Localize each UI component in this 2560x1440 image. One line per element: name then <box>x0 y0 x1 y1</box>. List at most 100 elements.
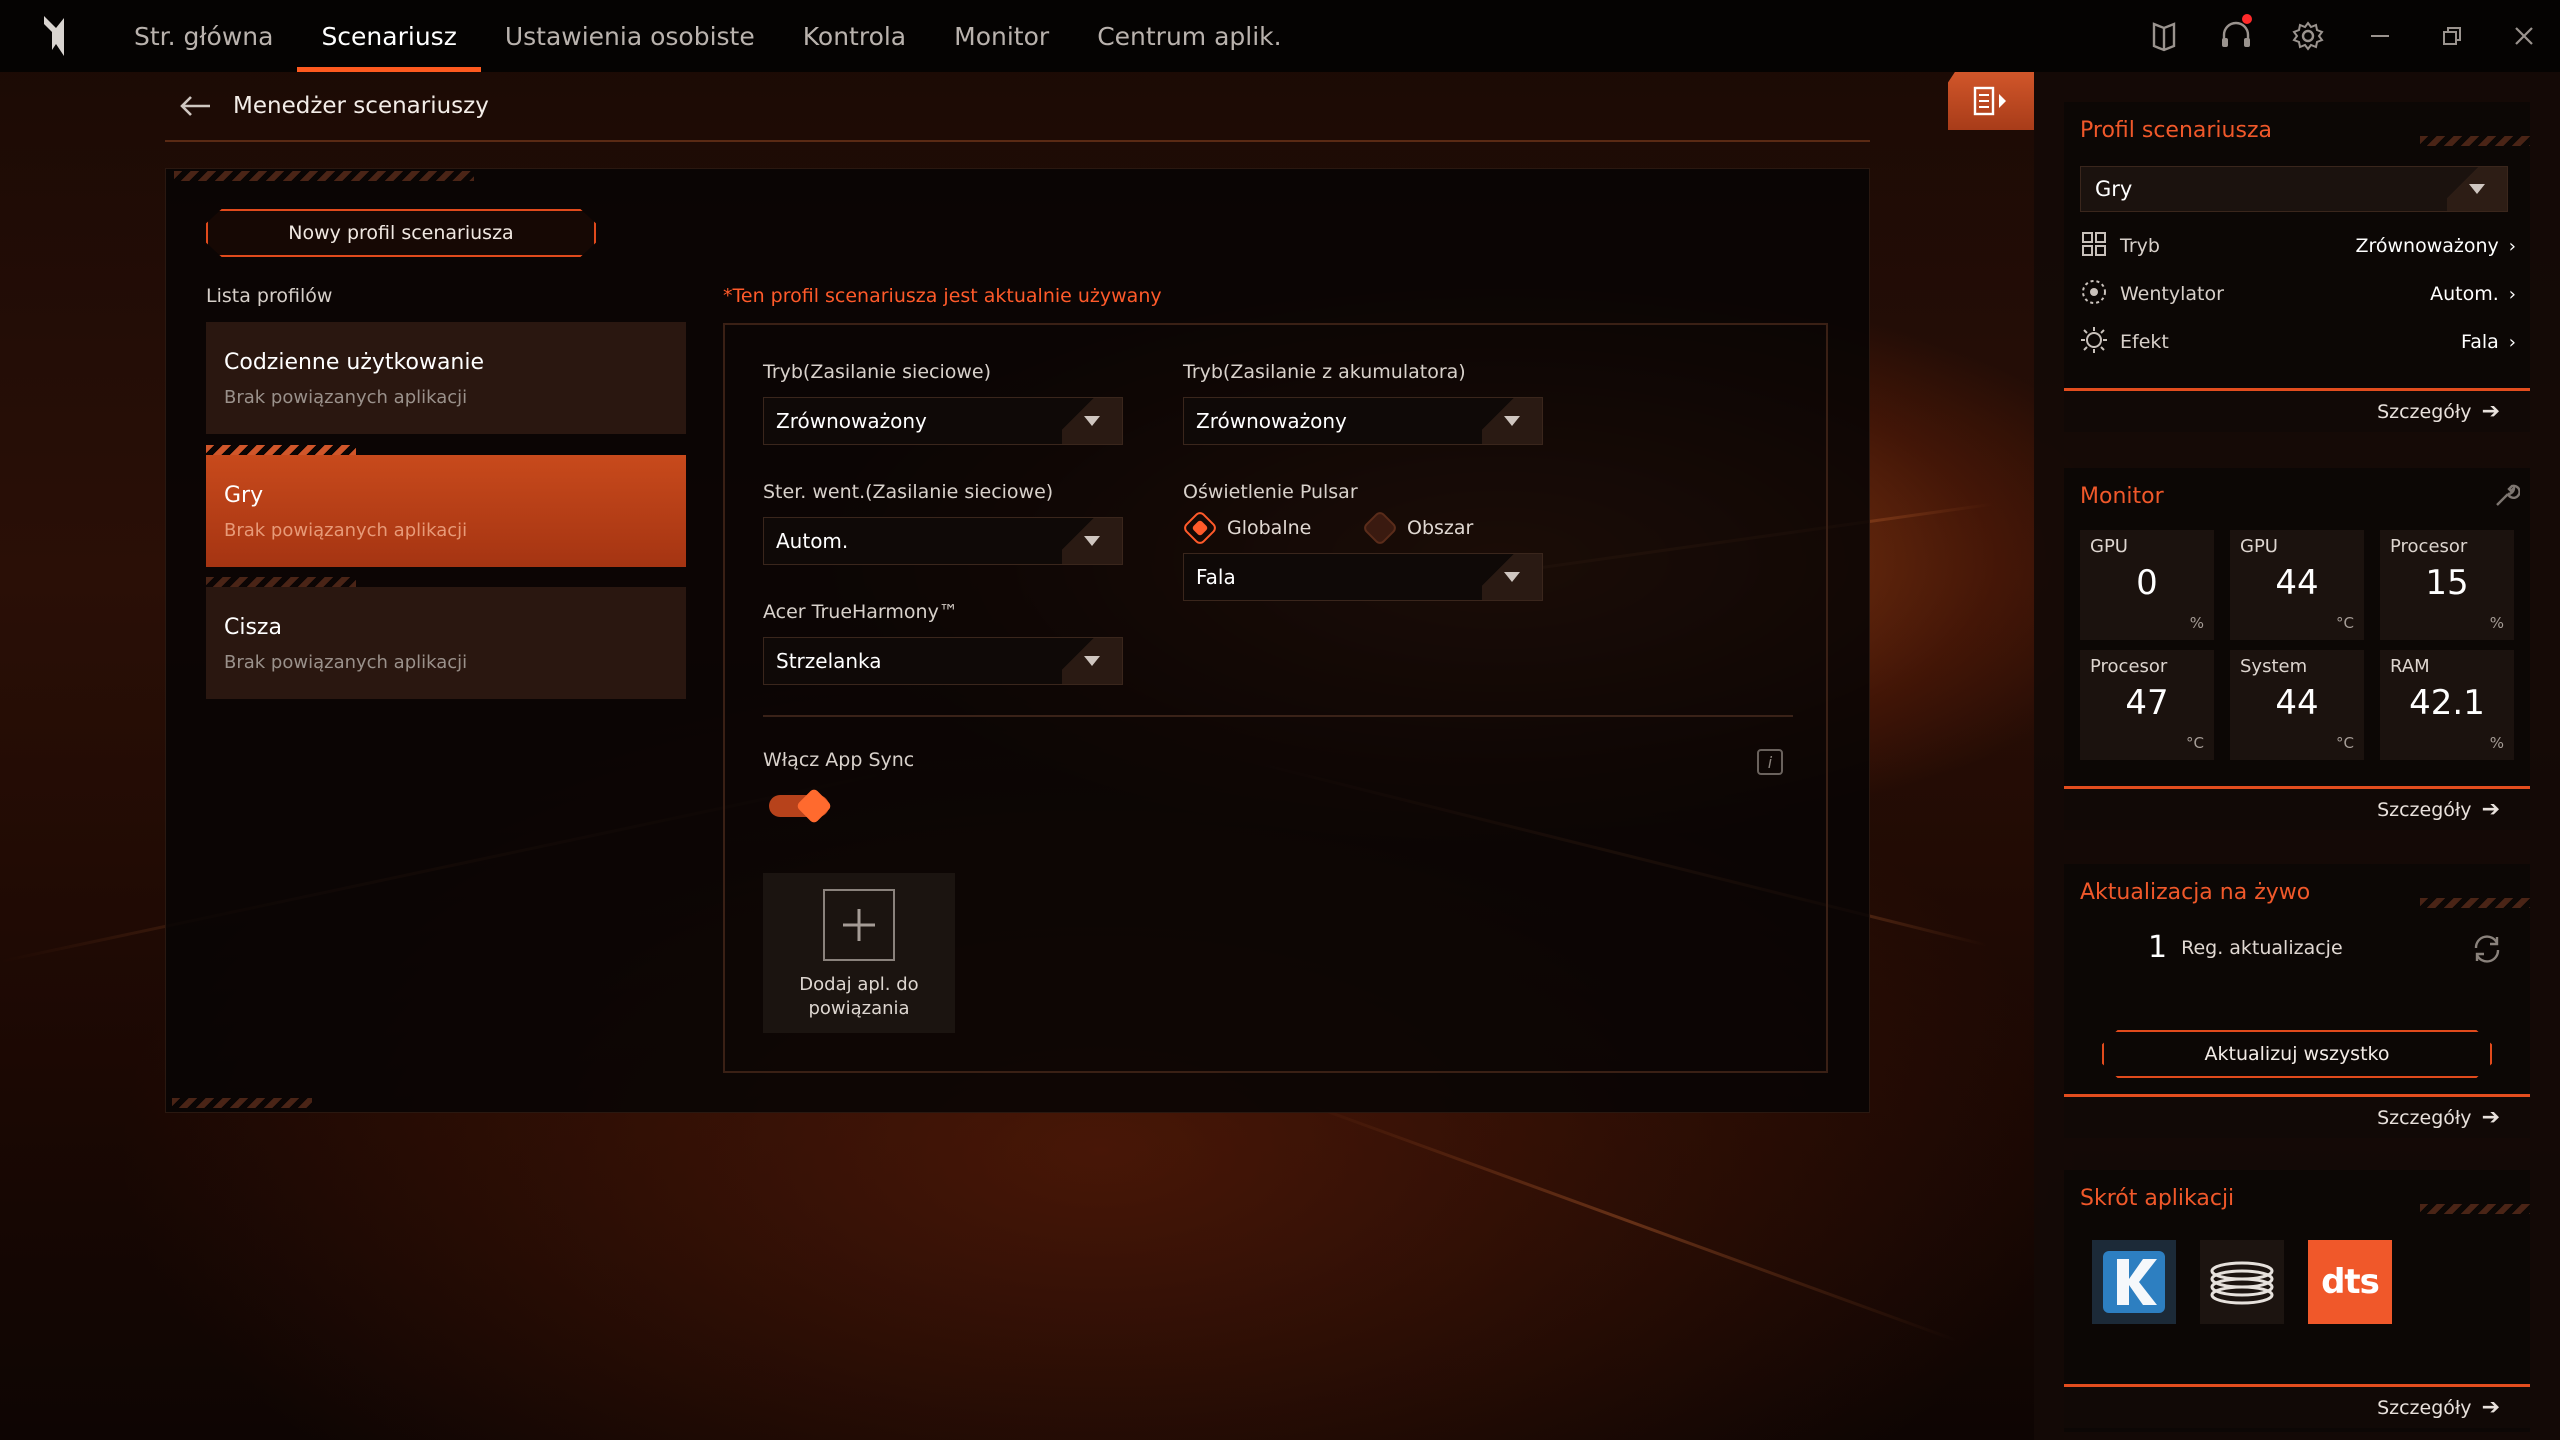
toggle-knob <box>795 787 833 825</box>
pulsar-global-option[interactable]: Globalne <box>1181 509 1311 547</box>
tile-value: 44 <box>2275 683 2319 723</box>
mode-ac-dropdown[interactable]: Zrównoważony <box>763 397 1123 445</box>
nav-scenario[interactable]: Scenariusz <box>297 0 482 72</box>
new-profile-button[interactable]: Nowy profil scenariusza <box>206 209 596 257</box>
radio-selected-icon[interactable] <box>1181 509 1219 547</box>
profile-name: Cisza <box>224 615 282 640</box>
trueharmony-dropdown[interactable]: Strzelanka <box>763 637 1123 685</box>
coil-app-icon[interactable] <box>2200 1240 2284 1324</box>
live-update-details-link[interactable]: Szczegóły ➔ <box>2064 1094 2530 1138</box>
chevron-right-icon: › <box>2508 283 2516 305</box>
chevron-down-icon <box>1062 398 1122 444</box>
tile-unit: % <box>2489 614 2504 632</box>
pulsar-lighting-label: Oświetlenie Pulsar <box>1183 481 1358 503</box>
app-sync-toggle[interactable] <box>769 787 833 825</box>
decor-hatch <box>172 1098 312 1108</box>
refresh-icon[interactable] <box>2470 934 2504 968</box>
support-headset-icon[interactable] <box>2200 0 2272 72</box>
details-label: Szczegóły <box>2377 798 2472 821</box>
decor-hatch <box>2420 1204 2530 1214</box>
profile-card-daily[interactable]: Codzienne użytkowanie Brak powiązanych a… <box>206 322 686 434</box>
scenario-profile-section: Profil scenariusza Gry Tryb Zrównoważony… <box>2064 102 2530 432</box>
monitor-gpu-temp: GPU 44 °C <box>2230 530 2364 640</box>
profile-effect-row[interactable]: Efekt Fala › <box>2080 322 2516 362</box>
section-title-text: Skrót aplikacji <box>2080 1185 2235 1211</box>
update-count: 1 <box>2148 930 2168 965</box>
add-app-label: Dodaj apl. do powiązania <box>799 974 919 1019</box>
tile-value: 47 <box>2125 683 2169 723</box>
dts-app-icon[interactable]: dts <box>2308 1240 2392 1324</box>
tile-value: 0 <box>2136 563 2158 603</box>
live-update-section: Aktualizacja na żywo 1 Reg. aktualizacje… <box>2064 864 2530 1138</box>
profile-subtitle: Brak powiązanych aplikacji <box>224 652 468 673</box>
book-icon[interactable] <box>2128 0 2200 72</box>
settings-gear-icon[interactable] <box>2272 0 2344 72</box>
add-app-button[interactable]: Dodaj apl. do powiązania <box>763 873 955 1033</box>
page-title: Menedżer scenariuszy <box>233 93 489 119</box>
shortcuts-details-link[interactable]: Szczegóły ➔ <box>2064 1384 2530 1428</box>
profile-card-silent[interactable]: Cisza Brak powiązanych aplikacji <box>206 577 686 699</box>
dropdown-value: Zrównoważony <box>776 409 927 433</box>
predator-logo-icon[interactable] <box>0 0 110 72</box>
fan-icon <box>2080 278 2108 311</box>
mode-battery-dropdown[interactable]: Zrównoważony <box>1183 397 1543 445</box>
nav-monitor[interactable]: Monitor <box>930 0 1073 72</box>
row-key: Tryb <box>2120 235 2160 257</box>
section-divider <box>763 715 1793 717</box>
killer-app-icon[interactable] <box>2092 1240 2176 1324</box>
card-notch <box>206 577 356 587</box>
monitor-section: Monitor GPU 0 % GPU 44 °C Procesor 15 % … <box>2064 468 2530 830</box>
section-title: Profil scenariusza <box>2064 102 2530 158</box>
sun-icon <box>2080 326 2108 359</box>
tile-label: RAM <box>2390 656 2430 677</box>
nav-control[interactable]: Kontrola <box>779 0 930 72</box>
profile-details-link[interactable]: Szczegóły ➔ <box>2064 388 2530 432</box>
profile-subtitle: Brak powiązanych aplikacji <box>224 387 468 408</box>
dropdown-value: Fala <box>1196 565 1236 589</box>
restore-icon[interactable] <box>2416 0 2488 72</box>
nav-app-center[interactable]: Centrum aplik. <box>1073 0 1305 72</box>
main-nav: Str. główna Scenariusz Ustawienia osobis… <box>110 0 1306 72</box>
profile-fan-row[interactable]: Wentylator Autom. › <box>2080 274 2516 314</box>
active-profile-note: *Ten profil scenariusza jest aktualnie u… <box>723 285 1162 307</box>
close-icon[interactable] <box>2488 0 2560 72</box>
decor-hatch <box>2420 136 2530 146</box>
tile-label: GPU <box>2090 536 2128 557</box>
decor-hatch <box>2420 898 2530 908</box>
decor-hatch <box>174 171 474 181</box>
monitor-gpu-usage: GPU 0 % <box>2080 530 2214 640</box>
fan-ac-dropdown[interactable]: Autom. <box>763 517 1123 565</box>
chevron-down-icon <box>1482 554 1542 600</box>
scenario-profile-dropdown[interactable]: Gry <box>2080 166 2508 212</box>
breadcrumb: Menedżer scenariuszy <box>165 72 1870 142</box>
back-arrow-icon[interactable] <box>165 86 225 126</box>
profile-card-games[interactable]: Gry Brak powiązanych aplikacji <box>206 445 686 567</box>
arrow-right-icon: ➔ <box>2481 399 2500 424</box>
sidebar-toggle-button[interactable] <box>1948 72 2034 130</box>
section-title: Aktualizacja na żywo <box>2064 864 2530 920</box>
pulsar-effect-dropdown[interactable]: Fala <box>1183 553 1543 601</box>
update-all-button[interactable]: Aktualizuj wszystko <box>2102 1030 2492 1078</box>
section-title-text: Monitor <box>2080 483 2164 509</box>
monitor-details-link[interactable]: Szczegóły ➔ <box>2064 786 2530 830</box>
notification-dot <box>2242 14 2252 24</box>
minimize-icon[interactable] <box>2344 0 2416 72</box>
details-label: Szczegóły <box>2377 1106 2472 1129</box>
chevron-right-icon: › <box>2508 235 2516 257</box>
tile-unit: % <box>2489 734 2504 752</box>
nav-personal-settings[interactable]: Ustawienia osobiste <box>481 0 779 72</box>
fan-ac-label: Ster. went.(Zasilanie sieciowe) <box>763 481 1054 503</box>
tile-unit: °C <box>2336 614 2354 632</box>
wrench-icon[interactable] <box>2494 482 2521 514</box>
dropdown-value: Gry <box>2095 177 2133 201</box>
dropdown-value: Strzelanka <box>776 649 882 673</box>
info-icon[interactable]: i <box>1757 749 1783 775</box>
radio-unselected-icon[interactable] <box>1361 509 1399 547</box>
arrow-right-icon: ➔ <box>2481 1105 2500 1130</box>
grid-icon <box>2080 230 2108 263</box>
trueharmony-label: Acer TrueHarmony™ <box>763 601 958 623</box>
pulsar-area-option[interactable]: Obszar <box>1361 509 1473 547</box>
nav-home[interactable]: Str. główna <box>110 0 297 72</box>
dropdown-value: Autom. <box>776 529 849 553</box>
profile-mode-row[interactable]: Tryb Zrównoważony › <box>2080 226 2516 266</box>
